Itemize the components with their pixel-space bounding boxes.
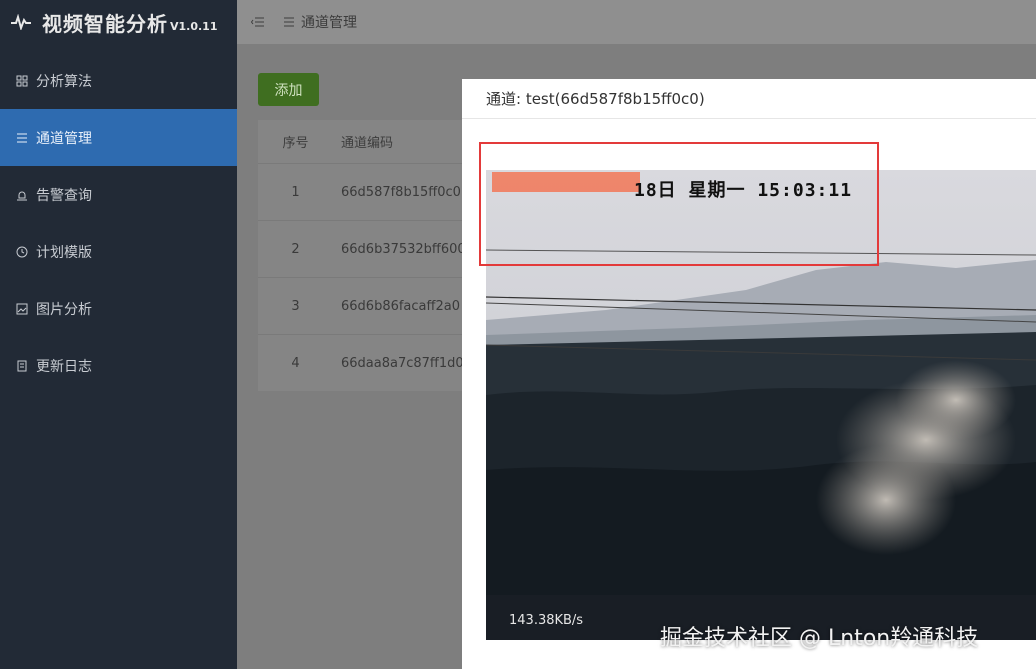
cell-index: 4: [291, 355, 300, 371]
clock-icon: [16, 246, 28, 257]
sidebar-item-plans[interactable]: 计划模版: [0, 223, 237, 280]
add-button[interactable]: 添加: [258, 73, 319, 106]
cell-index: 3: [291, 298, 300, 314]
image-icon: [16, 303, 28, 314]
list-icon: [284, 17, 294, 27]
breadcrumb-label: 通道管理: [301, 15, 357, 31]
app-title: 视频智能分析: [42, 11, 168, 36]
dialog-header: 通道: test(66d587f8b15ff0c0): [462, 79, 1036, 119]
cell-index: 1: [291, 184, 300, 200]
sidebar-item-label: 图片分析: [36, 301, 92, 318]
sidebar-item-label: 分析算法: [36, 73, 92, 90]
highlight-box: [479, 142, 879, 266]
topbar: 通道管理: [237, 0, 1036, 44]
list-icon: [17, 133, 27, 142]
watermark: 掘金技术社区 @ Lnton羚通科技: [660, 626, 979, 651]
sidebar-item-algorithms[interactable]: 分析算法: [0, 52, 237, 109]
sidebar-item-channels[interactable]: 通道管理: [0, 109, 237, 166]
breadcrumb: 通道管理: [283, 12, 357, 32]
dialog-title: 通道: test(66d587f8b15ff0c0): [486, 90, 705, 108]
collapse-menu-icon[interactable]: [251, 16, 265, 28]
sidebar-menu: 分析算法 通道管理 告警查询 计划模版 图片分析 更新日志: [0, 52, 237, 394]
sidebar-item-label: 告警查询: [36, 187, 92, 204]
document-icon: [17, 360, 27, 371]
sidebar: 视频智能分析 V1.0.11 分析算法 通道管理 告警查询 计划模版 图片分析 …: [0, 0, 237, 669]
app-version: V1.0.11: [170, 19, 218, 33]
grid-icon: [16, 75, 28, 86]
brand: 视频智能分析 V1.0.11: [0, 0, 237, 44]
column-header-index: 序号: [282, 136, 309, 151]
sidebar-item-label: 计划模版: [36, 244, 92, 261]
cell-index: 2: [291, 241, 300, 257]
sidebar-item-changelog[interactable]: 更新日志: [0, 337, 237, 394]
sidebar-item-label: 更新日志: [36, 358, 92, 375]
sidebar-item-alarms[interactable]: 告警查询: [0, 166, 237, 223]
alarm-icon: [17, 191, 27, 200]
pulse-icon: [11, 14, 31, 30]
sidebar-item-images[interactable]: 图片分析: [0, 280, 237, 337]
sidebar-item-label: 通道管理: [36, 130, 92, 147]
bitrate-label: 143.38KB/s: [509, 613, 584, 628]
